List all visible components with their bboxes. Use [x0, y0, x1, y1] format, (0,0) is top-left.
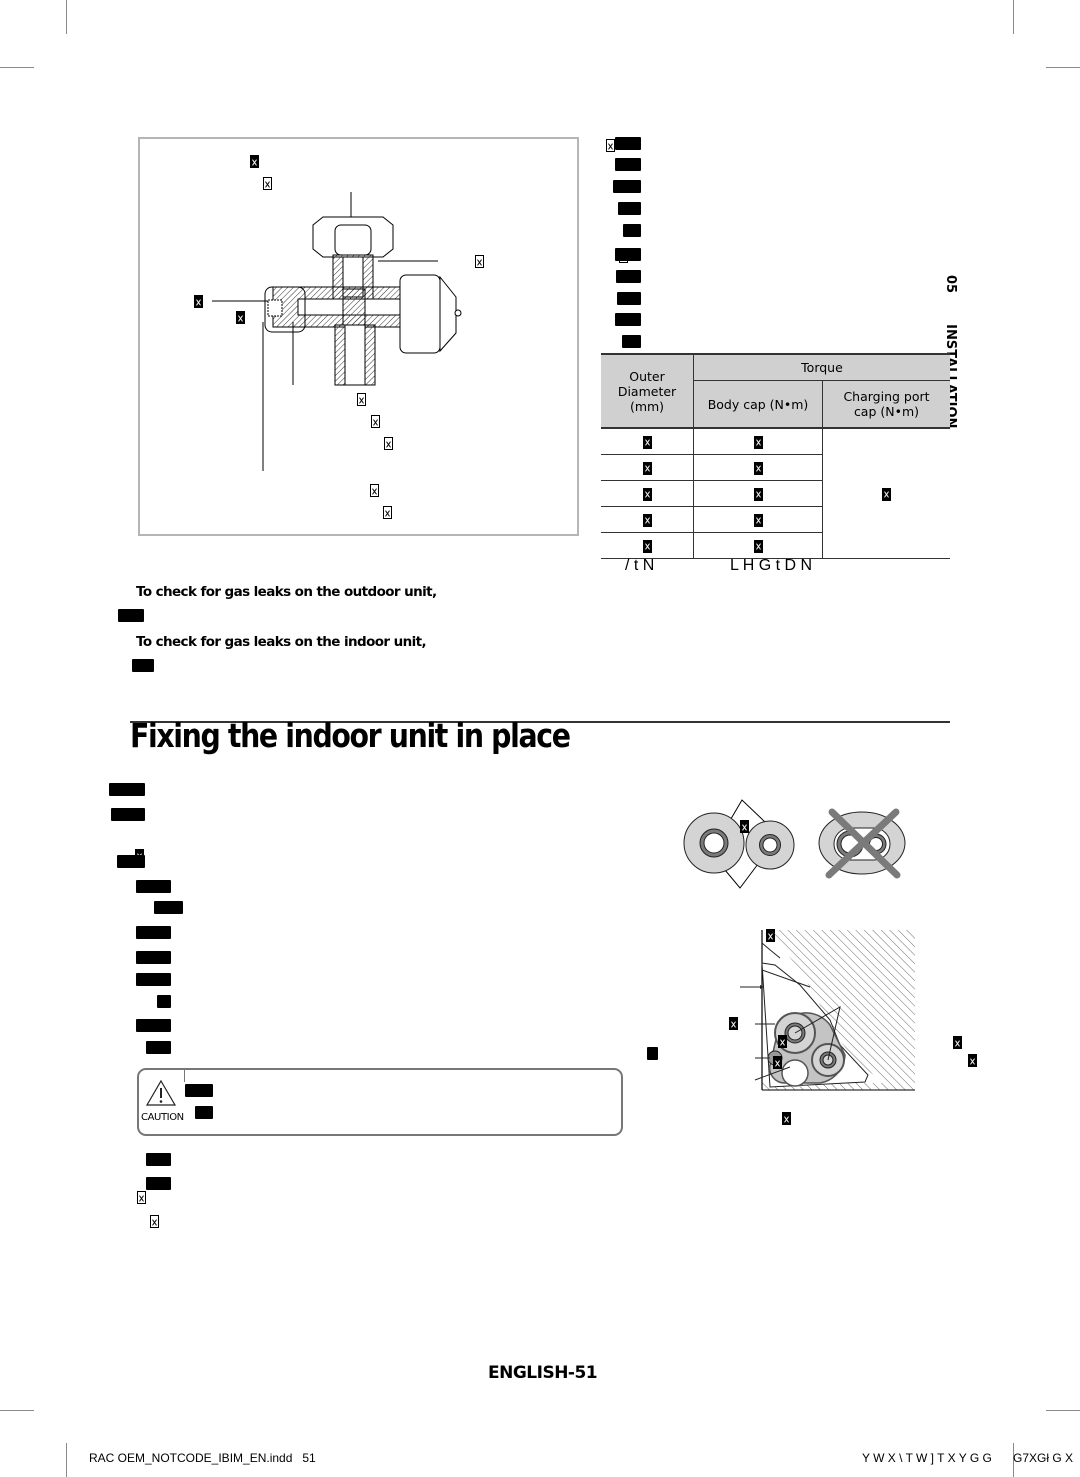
- cell-charging-port: [822, 428, 950, 559]
- pipe-insulation-figure: [683, 799, 906, 889]
- fixing-steps-block: [0, 18, 1080, 1054]
- redacted-text: [136, 880, 171, 893]
- label-glyph: [952, 1036, 962, 1050]
- glyph-box: [606, 139, 615, 153]
- cell-outer-diameter: [601, 506, 694, 533]
- redacted-text: [613, 180, 641, 193]
- label-glyph: [194, 295, 204, 309]
- cell-body-cap: [693, 480, 823, 507]
- caution-divider: [184, 1068, 185, 1082]
- redacted-text: [615, 313, 641, 326]
- label-glyph: [370, 415, 380, 429]
- redacted-text: [132, 659, 154, 672]
- procedure-text-block: [0, 0, 1080, 348]
- cell-body-cap: [693, 428, 823, 455]
- label-glyph: [728, 1017, 738, 1031]
- redacted-text: [109, 783, 145, 796]
- table-footnote-left: / t N: [625, 557, 655, 574]
- header-charging-port: Charging port cap (N•m): [822, 380, 950, 429]
- table-row: [601, 428, 950, 559]
- redacted-text: [622, 335, 641, 348]
- glyph-box: [150, 1215, 160, 1229]
- redacted-text: [154, 901, 183, 914]
- redacted-text: [146, 1041, 171, 1054]
- cell-outer-diameter: [601, 428, 694, 455]
- label-glyph: [357, 393, 367, 407]
- redacted-text: [615, 248, 641, 261]
- label-glyph: [772, 1056, 782, 1070]
- page-number: ENGLISH-51: [488, 1363, 598, 1383]
- garbled-time: G7XGł G X: [1013, 1451, 1074, 1465]
- crop-mark: [66, 1443, 67, 1477]
- gas-leak-outdoor-text: To check for gas leaks on the outdoor un…: [136, 584, 437, 600]
- redacted-text: [615, 137, 641, 150]
- cell-body-cap: [693, 454, 823, 481]
- label-glyph: [739, 820, 749, 834]
- table-footnote-right: L H G t D N: [730, 557, 813, 574]
- label-glyph: [474, 255, 484, 269]
- crop-mark: [66, 0, 67, 34]
- redacted-text: [616, 270, 641, 283]
- redacted-text: [617, 292, 641, 305]
- cell-body-cap: [693, 506, 823, 533]
- cell-body-cap: [693, 532, 823, 559]
- redacted-text: [136, 973, 171, 986]
- section-tab-number: 05: [943, 275, 958, 294]
- redacted-text: [117, 855, 145, 868]
- warning-icon: [145, 1079, 177, 1106]
- caution-box: CAUTION: [137, 1068, 623, 1136]
- redacted-text: [136, 951, 171, 964]
- cell-outer-diameter: [601, 532, 694, 559]
- label-glyph: [263, 177, 273, 191]
- caution-label: CAUTION: [141, 1112, 184, 1123]
- label-glyph: [250, 155, 259, 169]
- label-glyph: [383, 506, 393, 520]
- redacted-text: [118, 609, 144, 622]
- redacted-text: [146, 1153, 171, 1166]
- cell-outer-diameter: [601, 454, 694, 481]
- valve-figure: [138, 137, 579, 536]
- file-info: RAC OEM_NOTCODE_IBIM_EN.indd 51: [89, 1451, 316, 1465]
- redacted-text: [157, 995, 171, 1008]
- redacted-text: [195, 1106, 213, 1119]
- garbled-date: Y W X \ T W ] T X Y G G: [862, 1451, 992, 1465]
- header-text: Charging port: [843, 389, 930, 404]
- pipe-placement-figure: [740, 930, 915, 1091]
- gas-leak-indoor-text: To check for gas leaks on the indoor uni…: [136, 634, 427, 650]
- redacted-text: [111, 808, 145, 821]
- redacted-text: [647, 1047, 658, 1060]
- crop-mark: [0, 1410, 34, 1411]
- crop-mark: [1013, 0, 1014, 34]
- redacted-text: [146, 1177, 171, 1190]
- redacted-text: [623, 224, 641, 237]
- redacted-text: [615, 158, 641, 171]
- redacted-text: [185, 1084, 213, 1097]
- glyph-box: [137, 1191, 146, 1205]
- redacted-text: [136, 926, 171, 939]
- label-glyph: [968, 1054, 978, 1068]
- header-text: Diameter: [617, 383, 677, 399]
- header-text: Outer: [629, 368, 665, 384]
- crop-mark: [1046, 1410, 1080, 1411]
- redacted-text: [136, 1019, 171, 1032]
- label-glyph: [235, 311, 245, 325]
- header-text: cap (N•m): [853, 404, 920, 419]
- redacted-text: [618, 202, 641, 215]
- label-glyph: [384, 437, 394, 451]
- label-glyph: [369, 484, 379, 498]
- header-text: (mm): [629, 398, 665, 414]
- section-title: Fixing the indoor unit in place: [130, 716, 571, 755]
- crop-mark: [0, 67, 34, 68]
- crop-mark: [1046, 67, 1080, 68]
- label-glyph: [782, 1112, 792, 1126]
- torque-table: Outer Diameter (mm) Torque Body cap (N•m…: [601, 353, 950, 559]
- header-outer-diameter: Outer Diameter (mm): [601, 353, 694, 429]
- label-glyph: [778, 1035, 788, 1049]
- header-body-cap: Body cap (N•m): [693, 380, 823, 429]
- header-torque: Torque: [693, 353, 950, 381]
- valve-diagram: [212, 192, 462, 471]
- cell-outer-diameter: [601, 480, 694, 507]
- incorrect-bundle: [818, 808, 906, 879]
